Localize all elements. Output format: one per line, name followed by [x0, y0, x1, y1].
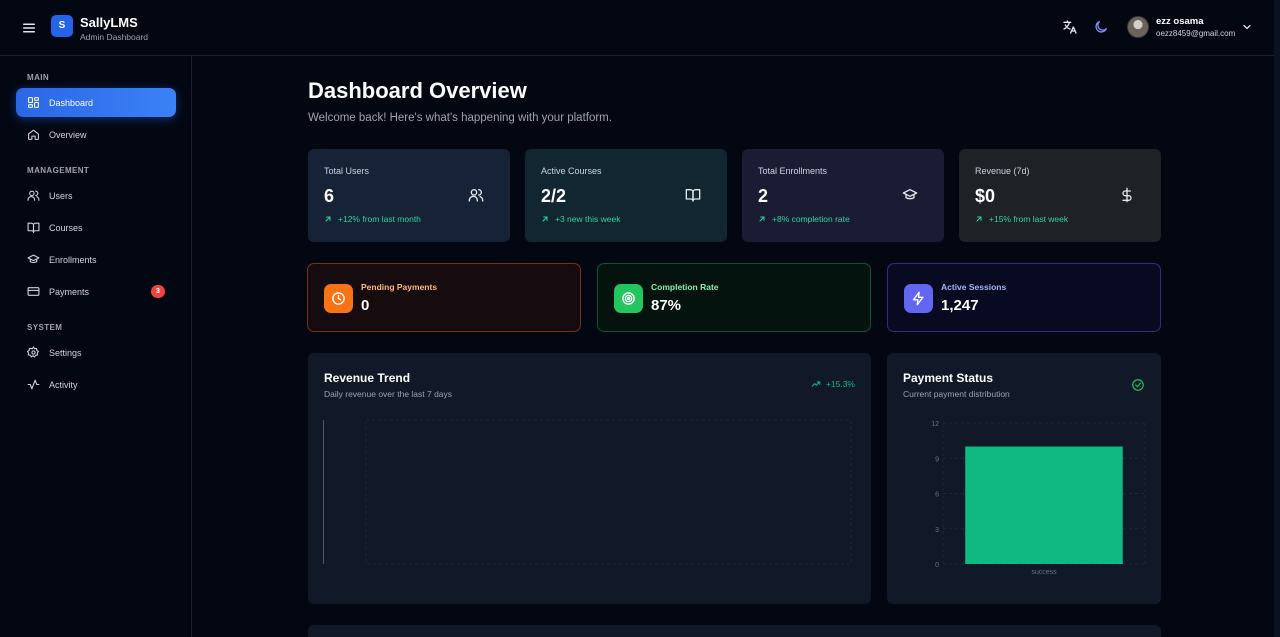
mini-stat-value: 1,247: [941, 297, 979, 314]
user-email: oezz8459@gmail.com: [1156, 29, 1236, 38]
sidebar-item-activity[interactable]: Activity: [16, 370, 176, 399]
users-icon: [468, 189, 484, 202]
bolt-icon: [912, 291, 924, 306]
y-tick-label: 6: [935, 492, 939, 499]
y-tick-label: 9: [935, 456, 939, 463]
sidebar-item-label: Users: [49, 190, 73, 201]
stat-trend-text: +12% from last month: [338, 214, 421, 224]
sidebar-item-label: Activity: [49, 379, 78, 390]
sidebar-item-label: Overview: [49, 129, 87, 140]
arrow-up-right-icon: [976, 216, 982, 222]
stat-value: 2/2: [541, 186, 567, 206]
revenue-trend-panel: Revenue Trend Daily revenue over the las…: [308, 353, 871, 604]
bar-success: [965, 446, 1123, 564]
home-icon: [28, 129, 39, 140]
stat-trend-text: +15% from last week: [989, 214, 1069, 224]
page-title: Dashboard Overview: [308, 78, 527, 103]
user-name: ezz osama: [1156, 16, 1204, 27]
scrollbar[interactable]: [1274, 0, 1280, 637]
sidebar-item-label: Courses: [49, 222, 83, 233]
bottom-panel: [308, 625, 1161, 637]
sidebar-item-label: Dashboard: [49, 97, 94, 108]
stat-card-active-courses: Active Courses 2/2 +3 new this week: [525, 149, 727, 242]
sidebar-item-settings[interactable]: Settings: [16, 338, 176, 367]
arrow-up-right-icon: [325, 216, 331, 222]
mini-stat-title: Completion Rate: [651, 282, 719, 292]
sidebar-item-payments[interactable]: Payments 3: [16, 277, 176, 306]
stat-trend: +8% completion rate: [758, 214, 850, 224]
arrow-up-right-icon: [542, 216, 548, 222]
avatar[interactable]: [1127, 16, 1149, 38]
dashboard-icon: [28, 97, 39, 108]
stat-trend: +3 new this week: [541, 214, 620, 224]
sidebar-item-users[interactable]: Users: [16, 181, 176, 210]
completion-rate-icon-box: [614, 284, 643, 313]
stat-title: Total Enrollments: [758, 166, 828, 176]
dollar-icon: [1122, 187, 1132, 203]
sidebar-item-courses[interactable]: Courses: [16, 213, 176, 242]
y-tick-label: 3: [935, 527, 939, 534]
activity-icon: [27, 379, 40, 390]
sidebar: MAIN Dashboard Overview MANAGEMENT Users…: [0, 56, 192, 637]
stat-card-revenue: Revenue (7d) $0 +15% from last week: [959, 149, 1161, 242]
page-subtitle: Welcome back! Here's what's happening wi…: [308, 112, 612, 124]
stat-trend: +15% from last week: [975, 214, 1068, 224]
stat-trend-text: +3 new this week: [555, 214, 621, 224]
mini-stat-title: Pending Payments: [361, 282, 438, 292]
graduation-cap-icon: [27, 254, 40, 264]
book-icon: [27, 222, 40, 233]
stat-title: Revenue (7d): [975, 166, 1030, 176]
completion-rate-card: Completion Rate 87%: [597, 263, 871, 332]
brand-name: SallyLMS: [80, 15, 138, 30]
stat-card-total-enrollments: Total Enrollments 2 +8% completion rate: [742, 149, 944, 242]
moon-icon[interactable]: [1093, 19, 1109, 35]
sidebar-item-label: Payments: [49, 286, 90, 297]
x-tick-label: success: [1031, 569, 1057, 576]
brand-subtitle: Admin Dashboard: [80, 32, 149, 42]
mini-stat-value: 87%: [651, 297, 682, 314]
pending-payments-icon-box: [324, 284, 353, 313]
brand-logo[interactable]: S: [51, 15, 73, 37]
y-tick-label: 0: [935, 562, 939, 569]
mini-stat-value: 0: [361, 297, 370, 314]
stat-value: 2: [758, 186, 769, 206]
top-header: S SallyLMS Admin Dashboard ezz osama oez…: [0, 0, 1280, 56]
stat-value: $0: [975, 186, 996, 206]
stat-card-total-users: Total Users 6 +12% from last month: [308, 149, 510, 242]
target-icon: [622, 292, 635, 305]
stat-title: Total Users: [324, 166, 370, 176]
stat-trend-text: +8% completion rate: [772, 214, 850, 224]
users-icon: [27, 190, 40, 201]
chevron-down-icon[interactable]: [1241, 21, 1253, 33]
active-sessions-card: Active Sessions 1,247: [887, 263, 1161, 332]
graduation-cap-icon: [902, 189, 918, 200]
sidebar-section-management: MANAGEMENT: [27, 166, 90, 175]
stat-trend: +12% from last month: [324, 214, 421, 224]
hamburger-menu-icon[interactable]: [20, 19, 38, 37]
sidebar-item-label: Settings: [49, 347, 82, 358]
book-icon: [685, 189, 701, 202]
mini-stat-title: Active Sessions: [941, 282, 1007, 292]
payment-bar-chart: 0 3 6 9 12 success: [931, 421, 1146, 576]
stat-title: Active Courses: [541, 166, 602, 176]
grid-box: [365, 419, 852, 565]
sidebar-item-dashboard[interactable]: Dashboard: [16, 88, 176, 117]
clock-icon: [332, 292, 345, 305]
arrow-up-right-icon: [759, 216, 765, 222]
sidebar-item-label: Enrollments: [49, 254, 97, 265]
sidebar-section-main: MAIN: [27, 73, 50, 82]
payment-status-panel: Payment Status Current payment distribut…: [887, 353, 1161, 604]
sidebar-item-overview[interactable]: Overview: [16, 120, 176, 149]
sidebar-section-system: SYSTEM: [27, 323, 63, 332]
pending-payments-card: Pending Payments 0: [307, 263, 581, 332]
active-sessions-icon-box: [904, 284, 933, 313]
sidebar-item-enrollments[interactable]: Enrollments: [16, 245, 176, 274]
gear-icon: [27, 346, 40, 358]
revenue-line-chart: [323, 419, 852, 565]
translate-icon[interactable]: [1062, 19, 1078, 35]
credit-card-icon: [27, 287, 40, 296]
y-tick-label: 12: [931, 421, 939, 428]
payments-count-badge: 3: [151, 285, 165, 298]
stat-value: 6: [324, 186, 335, 206]
